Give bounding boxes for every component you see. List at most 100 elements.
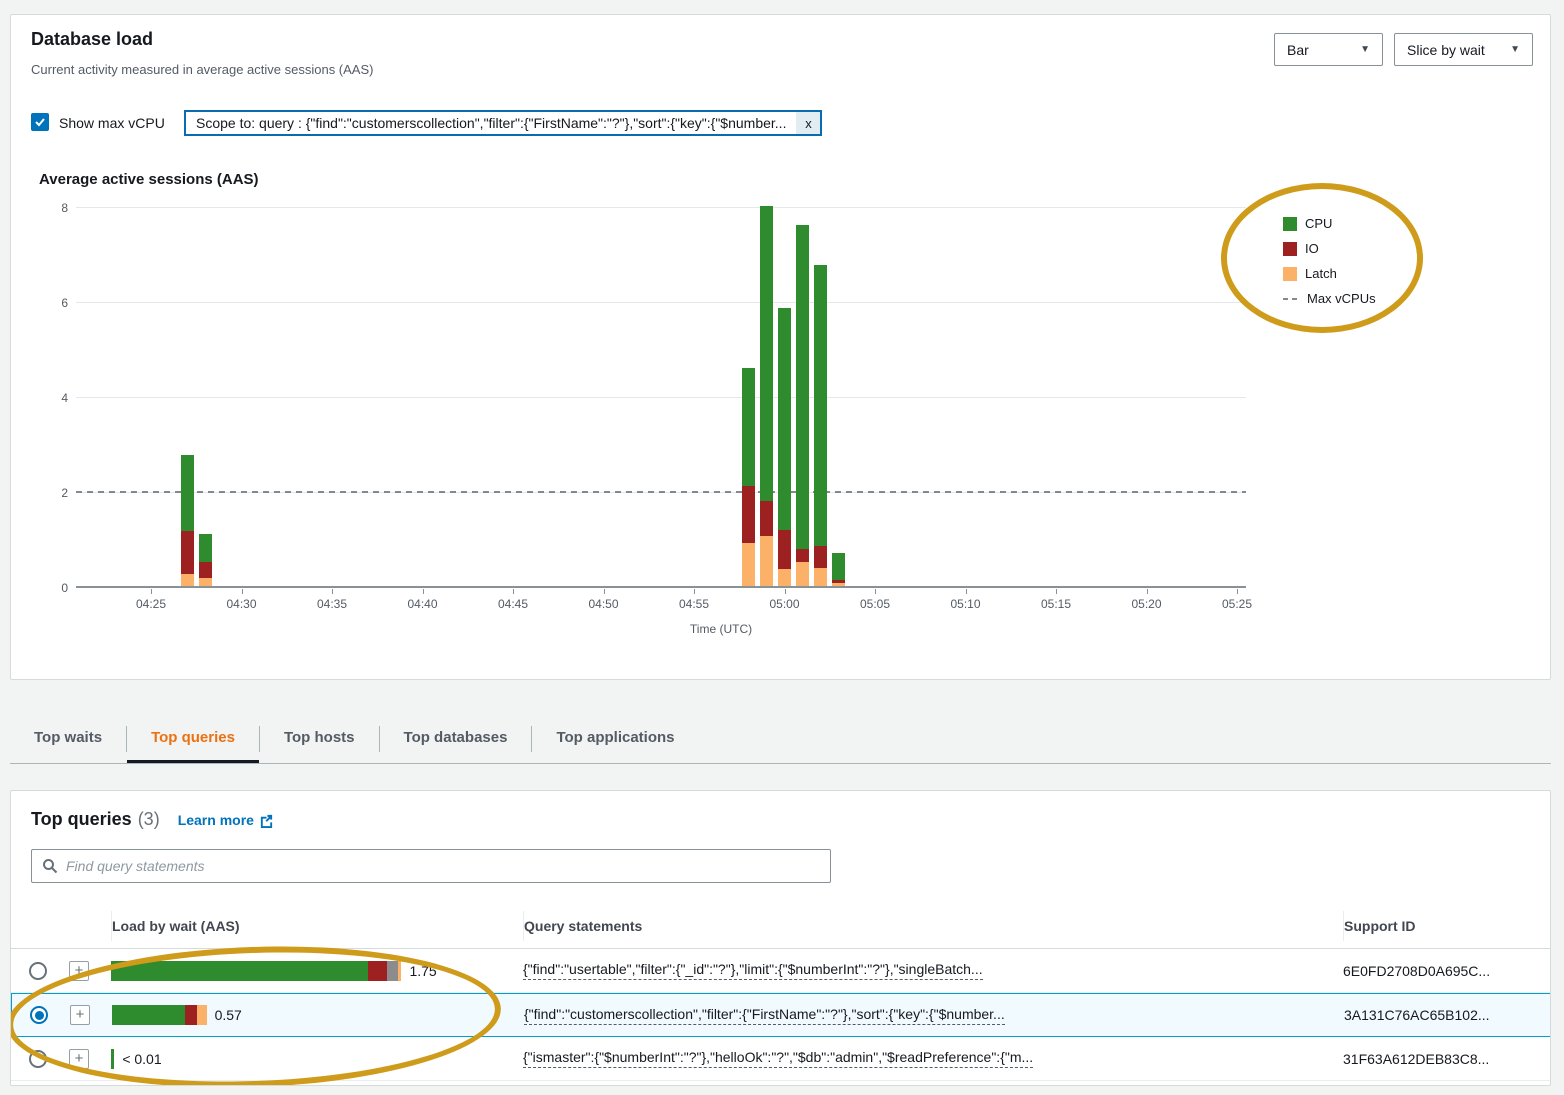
tab-top-waits[interactable]: Top waits (10, 714, 126, 763)
legend-item-max-vcpus[interactable]: Max vCPUs (1283, 286, 1376, 311)
y-axis-label: 2 (40, 486, 68, 500)
chart-bar-05:03[interactable] (832, 553, 845, 586)
x-axis-tick (1237, 589, 1238, 594)
tab-top-hosts[interactable]: Top hosts (260, 714, 379, 763)
row-radio[interactable] (30, 1006, 48, 1024)
max-vcpus-line (76, 491, 1246, 493)
load-segment-cpu (111, 961, 368, 981)
x-axis-title: Time (UTC) (661, 622, 781, 636)
load-value: 1.75 (409, 963, 436, 979)
queries-table: Load by wait (AAS) Query statements Supp… (11, 903, 1551, 1081)
x-axis-baseline (76, 586, 1246, 588)
bar-segment-cpu (181, 455, 194, 531)
legend-label: Max vCPUs (1307, 291, 1376, 306)
chart-bar-04:59[interactable] (760, 206, 773, 586)
load-by-wait-bar (111, 1049, 114, 1069)
bar-segment-io (742, 486, 755, 543)
bar-segment-latch (199, 578, 212, 586)
column-header-support: Support ID (1343, 911, 1551, 941)
expand-row-button[interactable]: + (70, 1005, 90, 1025)
x-axis-tick (604, 589, 605, 594)
bar-segment-latch (760, 536, 773, 586)
query-statement-link[interactable]: {"find":"customerscollection","filter":{… (524, 1006, 1005, 1025)
legend-swatch-icon (1283, 242, 1297, 256)
tab-top-databases[interactable]: Top databases (380, 714, 532, 763)
bar-segment-io (760, 501, 773, 537)
x-axis-label: 04:55 (664, 597, 724, 611)
x-axis-label: 04:30 (212, 597, 272, 611)
row-radio[interactable] (29, 962, 47, 980)
table-row[interactable]: + 1.75 {"find":"usertable","filter":{"_i… (11, 949, 1551, 993)
load-segment-cpu (111, 1049, 114, 1069)
bar-segment-io (796, 549, 809, 562)
bar-segment-latch (181, 574, 194, 586)
x-axis-label: 04:25 (121, 597, 181, 611)
check-icon (34, 116, 46, 128)
x-axis-tick (966, 589, 967, 594)
external-link-icon (259, 813, 274, 828)
support-id: 31F63A612DEB83C8... (1343, 1051, 1551, 1067)
y-axis-label: 8 (40, 201, 68, 215)
slice-by-dropdown[interactable]: Slice by wait ▼ (1394, 33, 1533, 66)
expand-row-button[interactable]: + (69, 961, 89, 981)
show-max-vcpu-checkbox[interactable] (31, 113, 49, 131)
legend-label: Latch (1305, 266, 1337, 281)
load-segment-io (185, 1005, 197, 1025)
bar-segment-cpu (832, 553, 845, 581)
chart-legend: CPU IO Latch Max vCPUs (1283, 211, 1376, 311)
bar-segment-cpu (778, 308, 791, 530)
bar-segment-io (814, 546, 827, 568)
chart-title: Average active sessions (AAS) (39, 171, 259, 188)
chart-bar-05:02[interactable] (814, 265, 827, 586)
table-row[interactable]: + 0.57 {"find":"customerscollection","fi… (11, 993, 1551, 1037)
scope-filter-chip[interactable]: Scope to: query : {"find":"customerscoll… (184, 110, 822, 136)
chart-bar-04:27[interactable] (181, 455, 194, 586)
x-axis-tick (1147, 589, 1148, 594)
x-axis-label: 05:05 (845, 597, 905, 611)
chart-bar-05:00[interactable] (778, 308, 791, 586)
x-axis-label: 05:15 (1026, 597, 1086, 611)
table-row[interactable]: + < 0.01 {"ismaster":{"$numberInt":"?"},… (11, 1037, 1551, 1081)
tab-top-applications[interactable]: Top applications (532, 714, 698, 763)
learn-more-link[interactable]: Learn more (178, 812, 274, 828)
tab-top-queries[interactable]: Top queries (127, 714, 259, 763)
x-axis-tick (332, 589, 333, 594)
chevron-down-icon: ▼ (1510, 44, 1520, 55)
gridline-y8 (76, 207, 1246, 208)
query-statement-link[interactable]: {"find":"usertable","filter":{"_id":"?"}… (523, 961, 983, 980)
slice-by-value: Slice by wait (1407, 42, 1485, 58)
chevron-down-icon: ▼ (1360, 44, 1370, 55)
gridline-y4 (76, 397, 1246, 398)
load-segment-cpu (112, 1005, 185, 1025)
x-axis-tick (242, 589, 243, 594)
column-header-query: Query statements (523, 911, 1343, 941)
expand-row-button[interactable]: + (69, 1049, 89, 1069)
chart-type-dropdown[interactable]: Bar ▼ (1274, 33, 1383, 66)
bar-segment-io (181, 531, 194, 574)
search-input[interactable] (66, 858, 820, 874)
bar-segment-cpu (814, 265, 827, 546)
bar-segment-latch (778, 569, 791, 586)
learn-more-label: Learn more (178, 812, 254, 828)
row-radio[interactable] (29, 1050, 47, 1068)
chart-bar-04:58[interactable] (742, 368, 755, 587)
legend-item-latch[interactable]: Latch (1283, 261, 1376, 286)
x-axis-tick (423, 589, 424, 594)
legend-item-io[interactable]: IO (1283, 236, 1376, 261)
bar-segment-io (778, 530, 791, 569)
scope-filter-close-icon[interactable]: x (796, 112, 820, 134)
support-id: 3A131C76AC65B102... (1344, 1007, 1551, 1023)
legend-label: IO (1305, 241, 1319, 256)
load-segment-io (368, 961, 386, 981)
query-statement-link[interactable]: {"ismaster":{"$numberInt":"?"},"helloOk"… (523, 1049, 1033, 1068)
chart-bar-05:01[interactable] (796, 225, 809, 586)
legend-item-cpu[interactable]: CPU (1283, 211, 1376, 236)
search-box (31, 849, 831, 883)
chart-bar-04:28[interactable] (199, 534, 212, 586)
load-by-wait-bar (111, 961, 401, 981)
legend-label: CPU (1305, 216, 1332, 231)
bar-segment-cpu (796, 225, 809, 549)
legend-swatch-icon (1283, 267, 1297, 281)
x-axis-tick (875, 589, 876, 594)
tabs-bar: Top waitsTop queriesTop hostsTop databas… (10, 714, 1551, 764)
